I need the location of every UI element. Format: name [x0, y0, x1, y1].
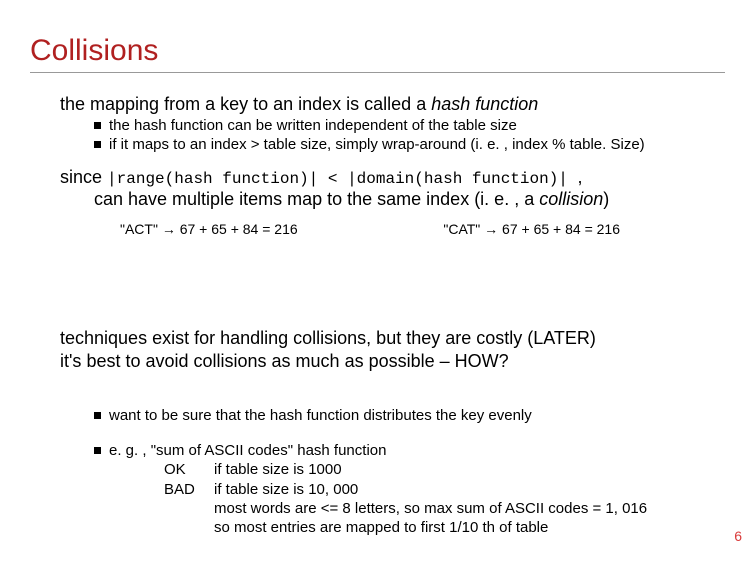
- collision-word: collision: [539, 189, 603, 209]
- slide-body: the mapping from a key to an index is ca…: [60, 94, 710, 237]
- p1-bullet2: if it maps to an index > table size, sim…: [94, 136, 710, 153]
- bad-text: if table size is 10, 000: [214, 481, 358, 498]
- p3-line1: techniques exist for handling collisions…: [60, 328, 710, 349]
- ok-text: if table size is 1000: [214, 461, 342, 478]
- hash-function-italic: hash function: [431, 94, 538, 114]
- since-word: since: [60, 167, 107, 187]
- bad-label: BAD: [164, 481, 214, 498]
- since-code: |range(hash function)| < |domain(hash fu…: [107, 170, 577, 188]
- overlay-block-2: techniques exist for handling collisions…: [60, 328, 710, 371]
- p1-lead: the mapping from a key to an index is ca…: [60, 94, 431, 114]
- overlay-want-bullet: want to be sure that the hash function d…: [60, 405, 710, 424]
- p3-line2: it's best to avoid collisions as much as…: [60, 351, 710, 372]
- collision-pre: can have multiple items map to the same …: [94, 189, 539, 209]
- p4-bullet: e. g. , "sum of ASCII codes" hash functi…: [94, 442, 710, 459]
- p1-bullet2-text: if it maps to an index > table size, sim…: [109, 136, 645, 153]
- p4-bullet-text: e. g. , "sum of ASCII codes" hash functi…: [109, 442, 386, 459]
- p4-bad2: most words are <= 8 letters, so max sum …: [164, 500, 710, 517]
- collision-line: can have multiple items map to the same …: [94, 189, 710, 210]
- examples-row: "ACT" → 67 + 65 + 84 = 216 "CAT" → 67 + …: [60, 221, 620, 237]
- page-number: 6: [734, 528, 742, 544]
- p1: the mapping from a key to an index is ca…: [60, 94, 710, 115]
- p3-bullet1-text: want to be sure that the hash function d…: [109, 407, 532, 424]
- example-act: "ACT" → 67 + 65 + 84 = 216: [120, 221, 298, 237]
- since-comma: ,: [578, 167, 583, 187]
- bad2-text: most words are <= 8 letters, so max sum …: [214, 500, 647, 517]
- collision-post: ): [603, 189, 609, 209]
- p1-bullet1: the hash function can be written indepen…: [94, 117, 710, 134]
- p2-since: since |range(hash function)| < |domain(h…: [60, 167, 710, 188]
- eg-block: e. g. , "sum of ASCII codes" hash functi…: [60, 440, 710, 536]
- p4-ok: OKif table size is 1000: [164, 461, 710, 478]
- bad3-text: so most entries are mapped to first 1/10…: [214, 519, 548, 536]
- slide-title: Collisions: [30, 34, 158, 68]
- p4-bad3: so most entries are mapped to first 1/10…: [164, 519, 710, 536]
- square-bullet-icon: [94, 447, 101, 454]
- square-bullet-icon: [94, 141, 101, 148]
- example-cat: "CAT" → 67 + 65 + 84 = 216: [443, 221, 620, 237]
- ok-label: OK: [164, 461, 214, 478]
- square-bullet-icon: [94, 412, 101, 419]
- p1-bullet1-text: the hash function can be written indepen…: [109, 117, 517, 134]
- p3-bullet1: want to be sure that the hash function d…: [94, 407, 710, 424]
- square-bullet-icon: [94, 122, 101, 129]
- p4-bad: BADif table size is 10, 000: [164, 481, 710, 498]
- title-underline: [30, 72, 725, 73]
